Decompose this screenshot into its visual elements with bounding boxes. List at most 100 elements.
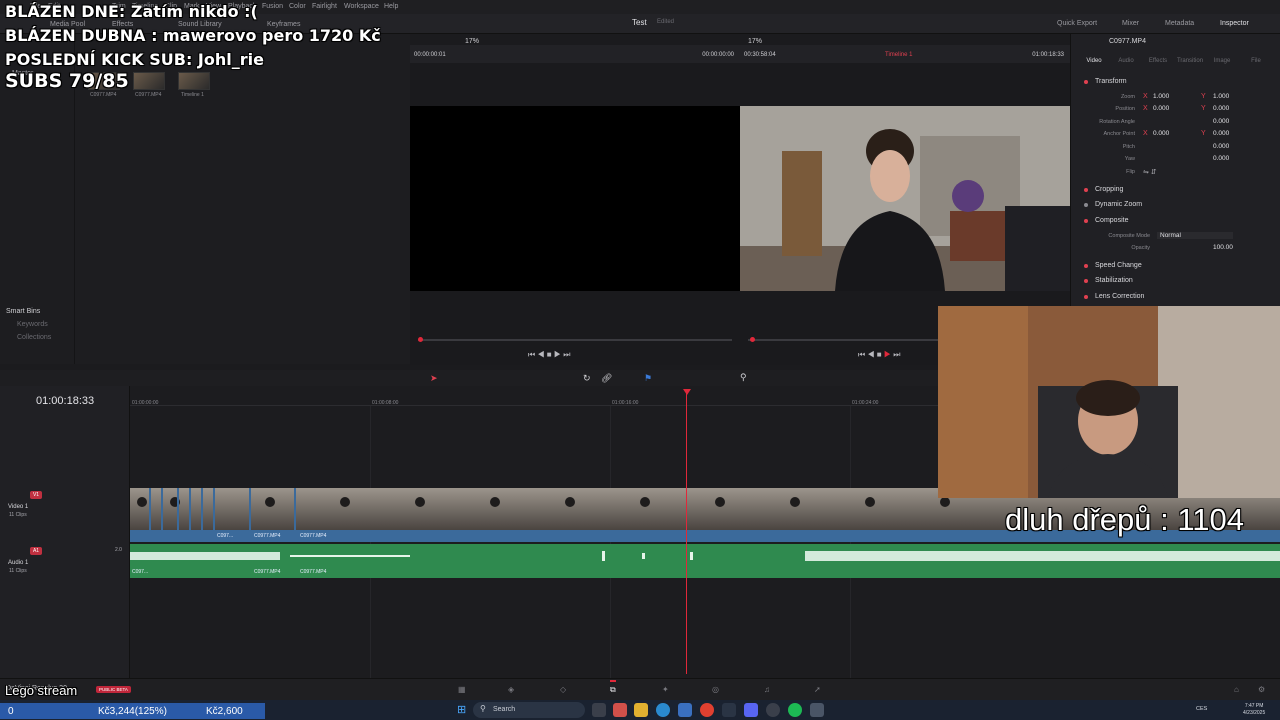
zoom-icon[interactable]: ⚲	[740, 372, 747, 383]
program-zoom[interactable]: 17%	[748, 38, 762, 45]
source-zoom[interactable]: 17%	[465, 38, 479, 45]
cut-page-icon[interactable]: ◈	[508, 685, 514, 694]
lens-correction-dot[interactable]	[1084, 295, 1088, 299]
flag-icon[interactable]: ⚑	[644, 373, 652, 384]
app-icon[interactable]	[722, 703, 736, 717]
cut-page-icon[interactable]: ◇	[560, 685, 566, 694]
tab-file[interactable]: File	[1241, 58, 1271, 64]
speed-change-section[interactable]: Speed Change	[1071, 259, 1280, 273]
cropping-enable-dot[interactable]	[1084, 188, 1088, 192]
color-page-icon[interactable]: ◎	[712, 685, 719, 694]
deliver-page-icon[interactable]: ➚	[814, 685, 821, 694]
yaw-row: Yaw 0.000	[1071, 153, 1280, 165]
store-icon[interactable]	[678, 703, 692, 717]
transform-section[interactable]: Transform	[1071, 75, 1280, 89]
zoom-x-field[interactable]: 1.000	[1153, 93, 1169, 100]
language-indicator[interactable]: CES	[1196, 706, 1207, 712]
timeline-thumbnail[interactable]	[178, 72, 210, 90]
pitch-field[interactable]: 0.000	[1213, 143, 1229, 150]
task-view-icon[interactable]	[592, 703, 606, 717]
position-y-field[interactable]: 0.000	[1213, 105, 1229, 112]
grid-line	[610, 406, 611, 678]
anchor-x-field[interactable]: 0.000	[1153, 130, 1169, 137]
transform-label: Transform	[1095, 78, 1127, 85]
discord-icon[interactable]	[744, 703, 758, 717]
tab-transition[interactable]: Transition	[1175, 58, 1205, 64]
mixer-button[interactable]: Mixer	[1122, 20, 1139, 27]
chrome-icon[interactable]	[700, 703, 714, 717]
tab-image[interactable]: Image	[1207, 58, 1237, 64]
snapping-icon[interactable]: ↻	[583, 373, 591, 384]
composite-section[interactable]: Composite	[1071, 214, 1280, 228]
page-tabs-bar: DaVinci Resolve 20 PUBLIC BETA ▦ ◈ ◇ ⧉ ✦…	[0, 678, 1280, 700]
composite-enable-dot[interactable]	[1084, 219, 1088, 223]
rotation-field[interactable]: 0.000	[1213, 118, 1229, 125]
a1-badge[interactable]: A1	[30, 547, 42, 555]
menu-workspace[interactable]: Workspace	[344, 3, 379, 10]
flip-row: Flip ⇋ ⇵	[1071, 166, 1280, 178]
composite-mode-label: Composite Mode	[1108, 233, 1150, 239]
menu-fairlight[interactable]: Fairlight	[312, 3, 337, 10]
cropping-section[interactable]: Cropping	[1071, 183, 1280, 197]
flip-icons[interactable]: ⇋ ⇵	[1143, 168, 1157, 176]
transform-enable-dot[interactable]	[1084, 80, 1088, 84]
source-scrubber[interactable]	[418, 339, 732, 341]
quick-export-button[interactable]: Quick Export	[1057, 20, 1097, 27]
v1-badge[interactable]: V1	[30, 491, 42, 499]
taskbar-search[interactable]: ⚲ Search	[473, 702, 585, 718]
clip-thumbnail[interactable]	[133, 72, 165, 90]
menu-color[interactable]: Color	[289, 3, 306, 10]
program-transport-controls[interactable]: ⏮ ◀ ■ ▶ ⏭	[858, 350, 900, 360]
tab-audio[interactable]: Audio	[1111, 58, 1141, 64]
opacity-field[interactable]: 100.00	[1213, 244, 1233, 251]
timeline-ruler[interactable]: 01:00:00:00 01:00:08:00 01:00:16:00 01:0…	[130, 394, 938, 406]
source-transport-controls[interactable]: ⏮ ◀ ■ ▶ ⏭	[528, 350, 570, 360]
keywords-item[interactable]: Keywords	[17, 321, 48, 328]
source-viewer[interactable]: 00:00:00:01 00:00:00:00 ⏮ ◀ ■ ▶ ⏭	[410, 45, 740, 365]
stabilization-section[interactable]: Stabilization	[1071, 274, 1280, 288]
smart-bins-label[interactable]: Smart Bins	[6, 308, 40, 315]
ruler-tick: 01:00:00:00	[132, 400, 159, 406]
fairlight-page-icon[interactable]: ♫	[764, 685, 770, 694]
collections-item[interactable]: Collections	[17, 334, 51, 341]
yaw-field[interactable]: 0.000	[1213, 155, 1229, 162]
speed-change-dot[interactable]	[1084, 264, 1088, 268]
inspector-button[interactable]: Inspector	[1220, 20, 1249, 27]
spotify-icon[interactable]	[788, 703, 802, 717]
menu-help[interactable]: Help	[384, 3, 398, 10]
timeline-playhead-handle[interactable]	[683, 389, 691, 395]
settings-icon[interactable]: ⚙	[1258, 685, 1265, 694]
edge-icon[interactable]	[656, 703, 670, 717]
start-icon[interactable]: ⊞	[457, 703, 466, 716]
timeline-timecode[interactable]: 01:00:18:33	[36, 395, 94, 407]
tab-video[interactable]: Video	[1079, 58, 1109, 64]
lens-correction-section[interactable]: Lens Correction	[1071, 290, 1280, 304]
edit-page-icon[interactable]: ⧉	[610, 680, 616, 695]
timeline-playhead[interactable]	[686, 391, 687, 674]
dynamic-zoom-section[interactable]: Dynamic Zoom	[1071, 198, 1280, 212]
play-icon[interactable]: ▶	[884, 350, 891, 359]
dynamic-zoom-dot[interactable]	[1084, 203, 1088, 207]
obs-icon[interactable]	[766, 703, 780, 717]
home-icon[interactable]: ⌂	[1234, 685, 1239, 694]
source-playhead[interactable]	[418, 337, 423, 342]
anchor-y-field[interactable]: 0.000	[1213, 130, 1229, 137]
zoom-y-field[interactable]: 1.000	[1213, 93, 1229, 100]
position-x-field[interactable]: 0.000	[1153, 105, 1169, 112]
audio-track-a1[interactable]: C097... C0977.MP4 C0977.MP4	[130, 544, 1280, 578]
tab-effects[interactable]: Effects	[1143, 58, 1173, 64]
fusion-page-icon[interactable]: ✦	[662, 685, 669, 694]
composite-mode-select[interactable]: Normal	[1157, 232, 1233, 239]
system-clock[interactable]: 7:47 PM 4/23/2025	[1243, 703, 1265, 717]
link-icon[interactable]: 🔗︎	[601, 373, 612, 384]
metadata-button[interactable]: Metadata	[1165, 20, 1194, 27]
file-explorer-icon[interactable]	[634, 703, 648, 717]
timeline-name[interactable]: Timeline 1	[885, 52, 912, 58]
davinci-resolve-icon[interactable]	[810, 703, 824, 717]
media-page-icon[interactable]: ▦	[458, 685, 466, 694]
app-icon[interactable]	[613, 703, 627, 717]
program-playhead[interactable]	[750, 337, 755, 342]
stabilization-dot[interactable]	[1084, 279, 1088, 283]
pointer-tool-icon[interactable]: ➤	[430, 373, 438, 384]
menu-fusion[interactable]: Fusion	[262, 3, 283, 10]
